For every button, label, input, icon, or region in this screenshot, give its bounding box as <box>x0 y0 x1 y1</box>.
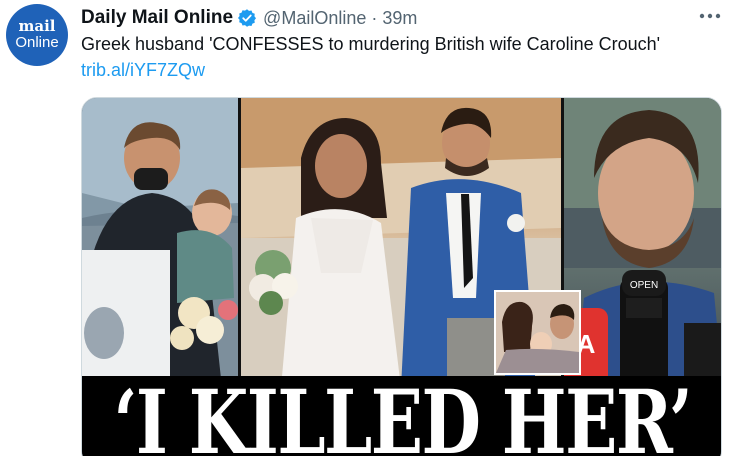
image-headline-banner: ‘I KILLED HER’ <box>82 370 721 456</box>
photo-man-with-baby <box>82 98 238 388</box>
inset-family-photo <box>494 290 581 375</box>
mic-logo-label: OPEN <box>630 280 658 291</box>
tweet-text: Greek husband 'CONFESSES to murdering Br… <box>81 34 661 54</box>
photo-man-interview: OPEN A <box>564 98 721 388</box>
image-headline-text: ‘I KILLED HER’ <box>113 370 693 456</box>
avatar-logo-line2: Online <box>15 34 59 51</box>
avatar-logo-line1: mail <box>18 17 56 35</box>
separator-dot: · <box>371 7 378 28</box>
tweet-header: Daily Mail Online @MailOnline · 39m <box>81 6 417 30</box>
tweet-timestamp[interactable]: 39m <box>382 8 417 29</box>
tweet-image[interactable]: OPEN A ‘I KILLED HER’ <box>81 97 722 456</box>
more-options-icon[interactable] <box>694 4 726 28</box>
avatar[interactable]: mail Online <box>6 4 68 66</box>
author-name[interactable]: Daily Mail Online <box>81 7 233 29</box>
author-handle[interactable]: @MailOnline <box>263 8 366 29</box>
verified-badge-icon <box>237 8 257 28</box>
tweet-link[interactable]: trib.al/iYF7ZQw <box>81 60 205 81</box>
